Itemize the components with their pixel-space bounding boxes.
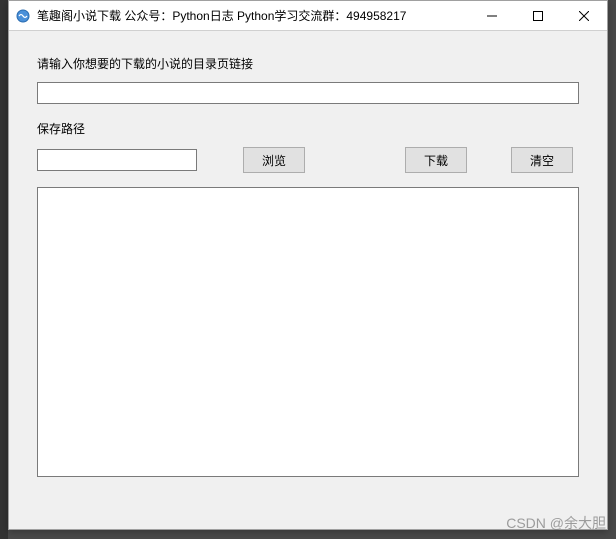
titlebar: 笔趣阁小说下载 公众号：Python日志 Python学习交流群：4949582… <box>9 1 607 31</box>
close-button[interactable] <box>561 1 607 31</box>
window-title: 笔趣阁小说下载 公众号：Python日志 Python学习交流群：4949582… <box>37 7 469 24</box>
browse-button[interactable]: 浏览 <box>243 147 305 173</box>
editor-gutter <box>0 0 8 539</box>
output-textarea[interactable] <box>37 187 579 477</box>
save-path-input[interactable] <box>37 149 197 171</box>
url-label: 请输入你想要的下载的小说的目录页链接 <box>37 55 579 72</box>
path-row: 浏览 下载 清空 <box>37 147 579 173</box>
window-controls <box>469 1 607 30</box>
app-window: 笔趣阁小说下载 公众号：Python日志 Python学习交流群：4949582… <box>8 0 608 530</box>
maximize-button[interactable] <box>515 1 561 31</box>
clear-button[interactable]: 清空 <box>511 147 573 173</box>
save-path-label: 保存路径 <box>37 120 579 137</box>
app-icon <box>15 8 31 24</box>
url-input[interactable] <box>37 82 579 104</box>
client-area: 请输入你想要的下载的小说的目录页链接 保存路径 浏览 下载 清空 <box>9 31 607 497</box>
download-button[interactable]: 下载 <box>405 147 467 173</box>
minimize-button[interactable] <box>469 1 515 31</box>
